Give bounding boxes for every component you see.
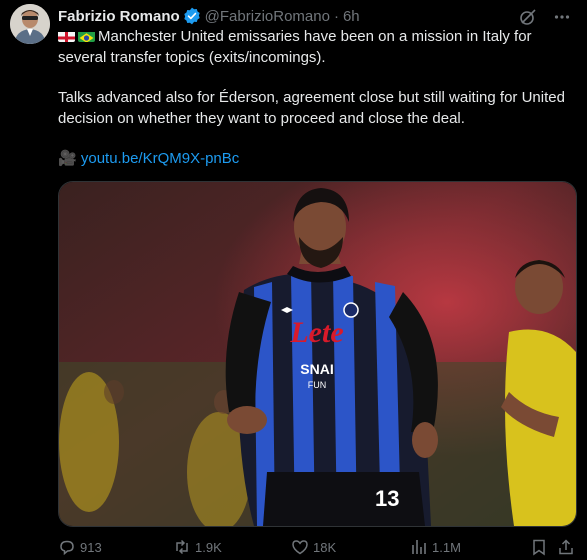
author-name[interactable]: Fabrizio Romano (58, 8, 180, 25)
separator-dot: · (333, 7, 339, 25)
tweet-text: Manchester United emissaries have been o… (58, 27, 573, 170)
views-icon (412, 540, 426, 554)
verified-badge-icon (183, 7, 201, 25)
repost-icon (176, 539, 188, 555)
bookmark-icon (533, 539, 545, 556)
tweet-action-bar: 913 1.9K 18K 1.1M (58, 535, 575, 559)
tweet-paragraph-1: Manchester United emissaries have been o… (58, 27, 573, 68)
reply-icon (60, 540, 74, 556)
grok-icon[interactable] (517, 6, 539, 28)
tweet-header: Fabrizio Romano @FabrizioRomano · 6h (58, 5, 360, 27)
tweet-media-image[interactable]: Lete SNAI FUN 13 (58, 181, 577, 527)
view-count: 1.1M (432, 539, 461, 555)
tweet-time[interactable]: 6h (343, 8, 360, 25)
shirt-number: 13 (375, 486, 399, 511)
reply-button[interactable]: 913 (58, 535, 102, 559)
camera-icon: 🎥 (58, 150, 77, 167)
repost-button[interactable]: 1.9K (173, 535, 222, 559)
tweet[interactable]: Fabrizio Romano @FabrizioRomano · 6h Man… (0, 0, 587, 560)
author-handle[interactable]: @FabrizioRomano (205, 8, 330, 25)
bookmark-button[interactable] (530, 535, 548, 559)
like-button[interactable]: 18K (291, 535, 336, 559)
sleeve-sponsor-sub: FUN (308, 380, 327, 390)
flag-brazil-icon (78, 30, 95, 42)
share-button[interactable] (557, 535, 575, 559)
tweet-paragraph-3: 🎥 youtu.be/KrQM9X-pnBc (58, 149, 573, 170)
avatar[interactable] (10, 4, 50, 44)
shirt-sponsor: Lete (289, 316, 343, 349)
like-icon (292, 540, 308, 555)
reply-count: 913 (80, 539, 102, 555)
tweet-top-actions (517, 6, 573, 28)
sleeve-sponsor: SNAI (300, 361, 333, 377)
tweet-link[interactable]: youtu.be/KrQM9X-pnBc (81, 150, 239, 167)
share-icon (559, 539, 573, 555)
views-button[interactable]: 1.1M (410, 535, 461, 559)
repost-count: 1.9K (195, 539, 222, 555)
tweet-line-2: Talks advanced also for Éderson, agreeme… (58, 89, 565, 127)
more-icon[interactable] (551, 6, 573, 28)
like-count: 18K (313, 539, 337, 555)
flag-england-icon (58, 30, 75, 42)
tweet-line-1: Manchester United emissaries have been o… (58, 28, 532, 66)
